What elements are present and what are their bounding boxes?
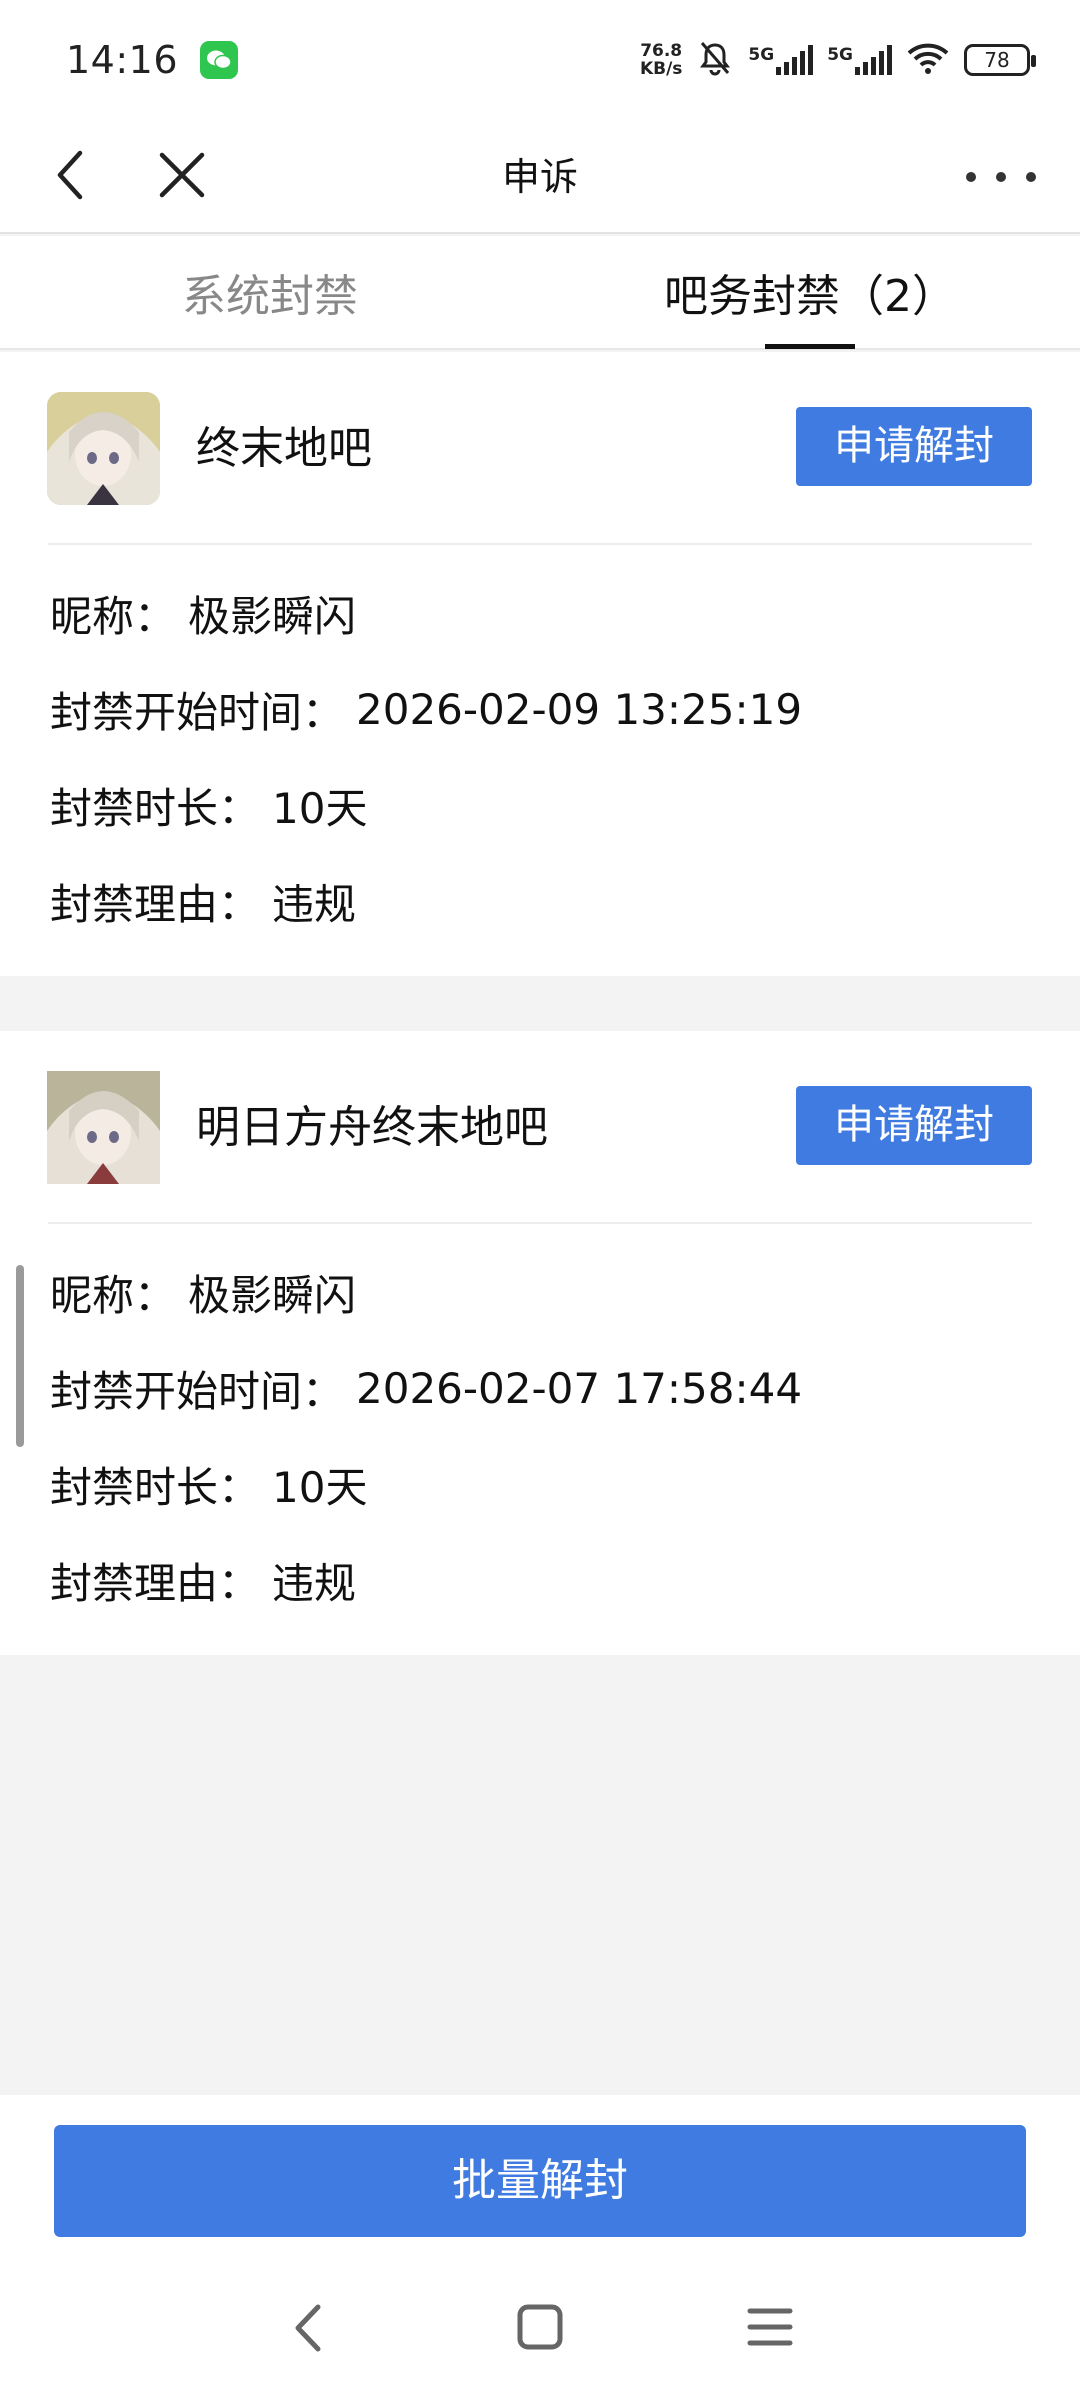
scroll-indicator[interactable] — [16, 1265, 24, 1447]
forum-avatar[interactable] — [47, 392, 160, 505]
battery-level: 78 — [984, 48, 1010, 72]
status-time: 14:16 — [66, 38, 179, 82]
tab-system-ban[interactable]: 系统封禁 — [0, 236, 540, 348]
status-right: 76.8 KB/s 5G 5G 78 — [640, 39, 1036, 81]
ban-card: 明日方舟终末地吧 申请解封 昵称： 极影瞬闪 封禁开始时间： 2026-02-0… — [0, 1031, 1080, 1655]
wechat-icon — [200, 41, 239, 79]
ban-info: 昵称： 极影瞬闪 封禁开始时间： 2026-02-09 13:25:19 封禁时… — [0, 545, 1080, 949]
nickname-value: 极影瞬闪 — [188, 1270, 357, 1320]
start-time-row: 封禁开始时间： 2026-02-09 13:25:19 — [50, 661, 1080, 757]
start-time-row: 封禁开始时间： 2026-02-07 17:58:44 — [50, 1340, 1080, 1436]
forum-name[interactable]: 终末地吧 — [196, 352, 372, 545]
reason-label: 封禁理由： — [50, 879, 261, 929]
active-tab-indicator — [765, 344, 855, 349]
apply-unban-button[interactable]: 申请解封 — [796, 407, 1032, 486]
nickname-row: 昵称： 极影瞬闪 — [50, 565, 1080, 661]
forum-name[interactable]: 明日方舟终末地吧 — [196, 1031, 548, 1224]
back-icon[interactable] — [44, 145, 104, 205]
forum-avatar[interactable] — [47, 1071, 160, 1184]
system-back-icon[interactable] — [278, 2293, 338, 2363]
nickname-row: 昵称： 极影瞬闪 — [50, 1244, 1080, 1340]
nickname-value: 极影瞬闪 — [188, 591, 357, 641]
reason-label: 封禁理由： — [50, 1558, 261, 1608]
signal-icon: 5G — [748, 45, 814, 75]
more-icon[interactable] — [966, 157, 1036, 197]
nav-bar: 申诉 — [0, 120, 1080, 234]
system-home-icon[interactable] — [510, 2297, 570, 2357]
signal-2-tag: 5G — [827, 45, 853, 65]
ban-card-header: 终末地吧 申请解封 — [0, 352, 1080, 545]
battery-icon: 78 — [964, 44, 1036, 76]
start-time-label: 封禁开始时间： — [50, 687, 345, 737]
net-speed-unit: KB/s — [639, 59, 683, 79]
signal-icon: 5G — [827, 45, 892, 75]
start-time-label: 封禁开始时间： — [50, 1366, 345, 1416]
wifi-icon — [906, 41, 950, 79]
nickname-label: 昵称： — [50, 1270, 177, 1320]
reason-value: 违规 — [272, 879, 357, 929]
status-bar: 14:16 76.8 KB/s 5G 5G 78 — [0, 0, 1080, 120]
reason-row: 封禁理由： 违规 — [50, 853, 1080, 949]
net-speed: 76.8 KB/s — [640, 42, 682, 78]
reason-row: 封禁理由： 违规 — [50, 1532, 1080, 1628]
system-nav-bar — [0, 2285, 1080, 2375]
signal-1-tag: 5G — [748, 45, 775, 65]
reason-value: 违规 — [272, 1558, 357, 1608]
duration-row: 封禁时长： 10天 — [50, 757, 1080, 853]
tab-bar: 系统封禁 吧务封禁（2） — [0, 236, 1080, 350]
divider — [48, 543, 1032, 545]
duration-label: 封禁时长： — [50, 783, 261, 833]
divider — [48, 1222, 1032, 1224]
duration-label: 封禁时长： — [50, 1462, 261, 1512]
system-menu-icon[interactable] — [740, 2297, 800, 2357]
start-time-value: 2026-02-07 17:58:44 — [356, 1363, 803, 1413]
tab-forum-ban[interactable]: 吧务封禁（2） — [540, 236, 1080, 348]
ban-card-header: 明日方舟终末地吧 申请解封 — [0, 1031, 1080, 1224]
nickname-label: 昵称： — [50, 591, 177, 641]
start-time-value: 2026-02-09 13:25:19 — [356, 684, 803, 734]
duration-value: 10天 — [272, 783, 368, 833]
mute-bell-icon — [696, 39, 734, 81]
bottom-bar: 批量解封 — [0, 2095, 1080, 2400]
duration-value: 10天 — [272, 1462, 368, 1512]
apply-unban-button[interactable]: 申请解封 — [796, 1086, 1032, 1165]
close-icon[interactable] — [152, 145, 212, 205]
ban-card: 终末地吧 申请解封 昵称： 极影瞬闪 封禁开始时间： 2026-02-09 13… — [0, 352, 1080, 976]
batch-unban-button[interactable]: 批量解封 — [54, 2125, 1026, 2237]
ban-info: 昵称： 极影瞬闪 封禁开始时间： 2026-02-07 17:58:44 封禁时… — [0, 1224, 1080, 1628]
duration-row: 封禁时长： 10天 — [50, 1436, 1080, 1532]
appeal-page: 14:16 76.8 KB/s 5G 5G 78 申诉 系统封禁 吧务封禁（2）… — [0, 0, 1080, 2400]
net-speed-value: 76.8 — [640, 41, 683, 61]
